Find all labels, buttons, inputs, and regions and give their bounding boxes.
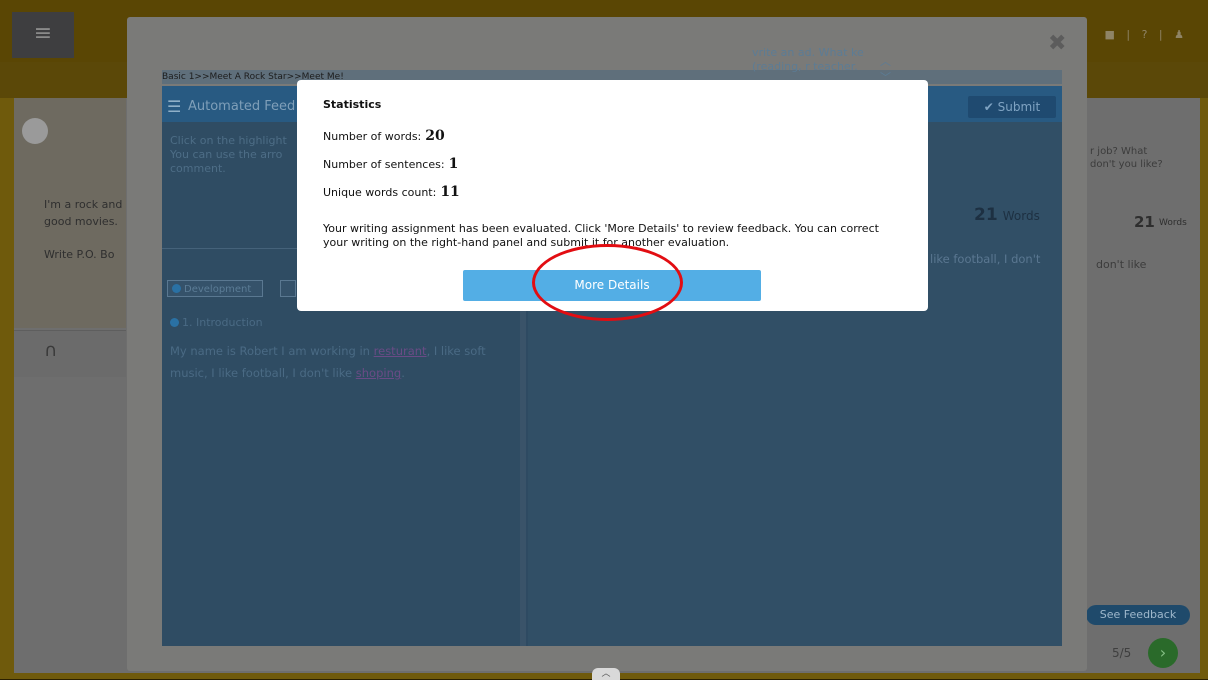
top-right-icons[interactable]: ■ | ? | ♟ bbox=[1105, 28, 1189, 41]
word-count-unit: Words bbox=[1002, 209, 1040, 223]
stat-value: 11 bbox=[440, 184, 460, 200]
stat-unique-words: Unique words count: 11 bbox=[323, 184, 460, 200]
bg-text-line: I'm a rock and bbox=[44, 198, 123, 211]
headphones-icon[interactable]: ∩ bbox=[44, 340, 57, 361]
stat-label: Number of words: bbox=[323, 130, 422, 143]
submit-button[interactable]: ✔ Submit bbox=[968, 96, 1056, 118]
bg-word-count-unit: Words bbox=[1159, 218, 1187, 228]
bg-word-count: 21 bbox=[1134, 213, 1155, 231]
essay-text: My name is Robert I am working in restur… bbox=[170, 340, 515, 384]
feedback-instructions: Click on the highlight You can use the a… bbox=[170, 134, 287, 175]
second-tag-button[interactable] bbox=[280, 280, 296, 297]
more-details-button[interactable]: More Details bbox=[463, 270, 761, 301]
highlighted-word[interactable]: shoping bbox=[356, 366, 401, 380]
check-icon: ✔ bbox=[983, 100, 998, 114]
bg-text-line: Write P.O. Bo bbox=[44, 248, 115, 261]
page-indicator: 5/5 bbox=[1112, 646, 1132, 660]
essay-part: My name is Robert I am working in bbox=[170, 344, 374, 358]
see-feedback-button[interactable]: See Feedback bbox=[1086, 605, 1190, 625]
stat-label: Number of sentences: bbox=[323, 158, 445, 171]
development-label: Development bbox=[184, 284, 252, 295]
statistics-dialog: Statistics Number of words: 20 Number of … bbox=[297, 80, 928, 311]
editor-text[interactable]: like football, I don't bbox=[930, 252, 1040, 266]
essay-part: . bbox=[401, 366, 405, 380]
bg-question: r job? What bbox=[1090, 146, 1148, 157]
section-heading: 1. Introduction bbox=[170, 316, 263, 329]
list-icon: ☰ bbox=[167, 97, 182, 116]
info-dot-icon bbox=[172, 284, 181, 293]
submit-label: Submit bbox=[997, 100, 1041, 114]
hamburger-icon[interactable]: ≡ bbox=[12, 12, 74, 58]
chevron-up-icon[interactable]: ︿ bbox=[880, 54, 891, 70]
evaluation-message: Your writing assignment has been evaluat… bbox=[323, 222, 879, 249]
highlighted-word[interactable]: resturant bbox=[374, 344, 427, 358]
close-icon[interactable]: ✖ bbox=[1048, 31, 1066, 56]
stat-words: Number of words: 20 bbox=[323, 128, 445, 144]
bg-essay-text: don't like bbox=[1096, 258, 1147, 271]
info-dot-icon bbox=[170, 318, 179, 327]
dialog-title: Statistics bbox=[323, 98, 382, 111]
next-arrow-icon[interactable]: › bbox=[1148, 638, 1178, 668]
feedback-title: Automated Feed bbox=[188, 99, 296, 114]
stat-value: 20 bbox=[425, 128, 445, 144]
bg-question: don't you like? bbox=[1090, 159, 1163, 170]
chevron-up-icon[interactable]: ︿ bbox=[592, 668, 620, 680]
stat-sentences: Number of sentences: 1 bbox=[323, 156, 458, 172]
bg-text-line: good movies. bbox=[44, 215, 118, 228]
word-count: 21 Words bbox=[974, 205, 1040, 225]
section-heading-label: 1. Introduction bbox=[182, 316, 263, 329]
prompt-text: vrite an ad. What ke (reading, r teacher… bbox=[752, 46, 864, 73]
stat-value: 1 bbox=[448, 156, 459, 172]
audio-strip bbox=[14, 330, 126, 377]
development-tag-button[interactable]: Development bbox=[167, 280, 263, 297]
pushpin-icon bbox=[22, 118, 48, 144]
word-count-value: 21 bbox=[974, 205, 998, 225]
stat-label: Unique words count: bbox=[323, 186, 437, 199]
